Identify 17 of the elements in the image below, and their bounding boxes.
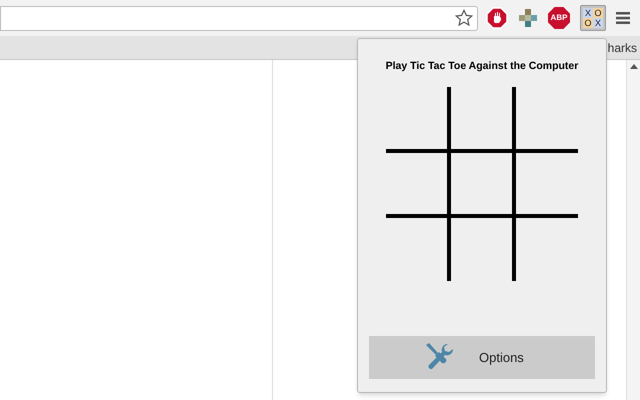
stop-hand-icon[interactable]	[486, 7, 508, 29]
board-letter: X	[583, 8, 593, 18]
adblock-button[interactable]: ABP	[548, 7, 570, 29]
popup-title: Play Tic Tac Toe Against the Computer	[386, 59, 578, 74]
tic-tac-toe-extension-button[interactable]: X O O X	[580, 5, 606, 31]
puzzle-cross-icon[interactable]	[518, 8, 538, 28]
board-letter: X	[593, 18, 603, 28]
board-letter: O	[583, 18, 593, 28]
bookmark-label[interactable]: harks	[608, 38, 637, 56]
scroll-up-icon[interactable]	[630, 64, 638, 69]
star-icon[interactable]	[455, 9, 473, 27]
game-board[interactable]	[386, 86, 578, 281]
address-field[interactable]	[0, 6, 478, 30]
options-button[interactable]: Options	[369, 336, 595, 379]
scrollbar[interactable]	[626, 60, 640, 400]
menu-icon[interactable]	[616, 12, 630, 24]
board-letter: O	[593, 8, 603, 18]
